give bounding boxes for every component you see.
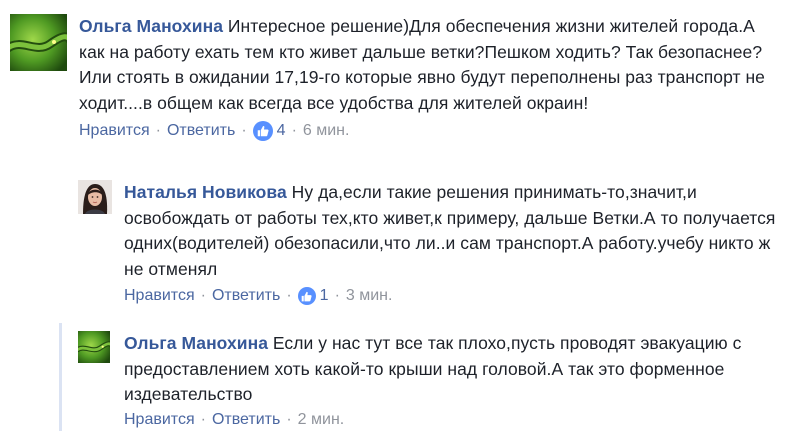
comment-author[interactable]: Ольга Манохина [79, 16, 223, 36]
thumbs-up-icon[interactable] [252, 121, 273, 141]
comment-time[interactable]: 6 мин. [303, 122, 350, 140]
reply-link[interactable]: Ответить [167, 122, 235, 140]
thumbs-up-icon[interactable] [297, 287, 316, 305]
comment-author[interactable]: Наталья Новикова [124, 182, 287, 202]
comment-actions: Нравится · Ответить · 4 · 6 мин. [79, 121, 790, 141]
separator-dot: · [241, 122, 247, 139]
comment-text: Ольга Манохина Интересное решение)Для об… [79, 14, 779, 116]
separator-dot: · [200, 410, 206, 428]
avatar[interactable] [78, 331, 110, 363]
comment-author[interactable]: Ольга Манохина [124, 333, 268, 353]
separator-dot: · [334, 287, 340, 304]
separator-dot: · [286, 287, 292, 304]
comment-olga-1: Ольга Манохина Интересное решение)Для об… [10, 14, 790, 141]
avatar[interactable] [10, 14, 67, 71]
thread-indicator-line [59, 323, 62, 431]
comment-actions: Нравится · Ответить · 1 · 3 мин. [124, 287, 790, 305]
separator-dot: · [200, 287, 206, 304]
reply-natalya: Наталья Новикова Ну да,если такие решени… [78, 180, 790, 305]
likes-count[interactable]: 1 [320, 287, 329, 305]
reply-olga-2: Ольга Манохина Если у нас тут все так пл… [78, 331, 790, 429]
green-snake-avatar-icon [10, 14, 67, 71]
green-snake-avatar-icon [78, 331, 110, 363]
separator-dot: · [155, 122, 161, 139]
reply-link[interactable]: Ответить [212, 411, 280, 429]
avatar[interactable] [78, 180, 112, 214]
separator-dot: · [286, 410, 292, 428]
like-link[interactable]: Нравится [124, 411, 195, 429]
like-link[interactable]: Нравится [124, 287, 195, 305]
comment-text: Наталья Новикова Ну да,если такие решени… [124, 180, 784, 282]
reply-link[interactable]: Ответить [212, 287, 280, 305]
like-link[interactable]: Нравится [79, 122, 150, 140]
likes-count[interactable]: 4 [277, 122, 286, 140]
separator-dot: · [291, 122, 297, 139]
woman-portrait-avatar-icon [78, 180, 112, 214]
comment-text: Ольга Манохина Если у нас тут все так пл… [124, 331, 784, 408]
comment-time[interactable]: 2 мин. [298, 411, 345, 429]
comment-time[interactable]: 3 мин. [346, 287, 393, 305]
comment-actions: Нравится · Ответить · 2 мин. [124, 411, 790, 429]
